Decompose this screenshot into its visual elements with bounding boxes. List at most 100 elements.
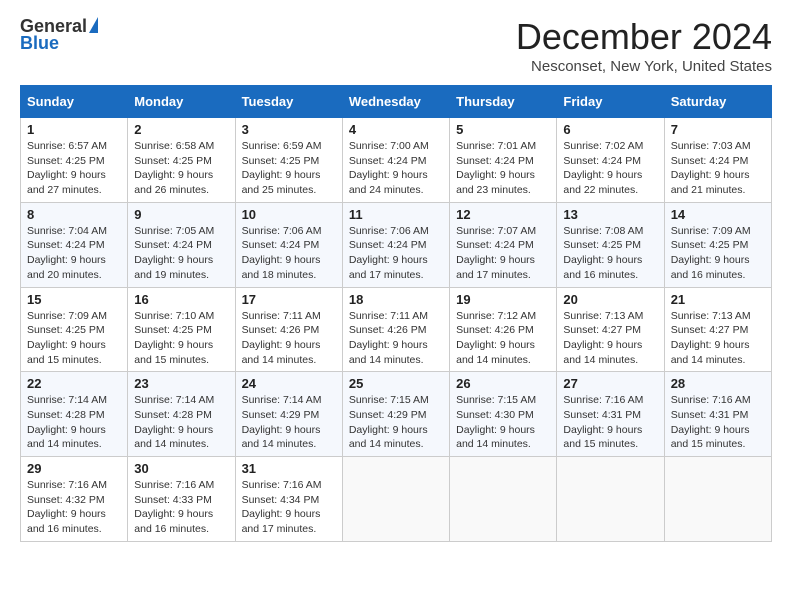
calendar-cell: 20 Sunrise: 7:13 AMSunset: 4:27 PMDaylig… xyxy=(557,287,664,372)
day-number: 12 xyxy=(456,207,550,222)
day-number: 29 xyxy=(27,461,121,476)
calendar-cell: 6 Sunrise: 7:02 AMSunset: 4:24 PMDayligh… xyxy=(557,118,664,203)
calendar-cell: 30 Sunrise: 7:16 AMSunset: 4:33 PMDaylig… xyxy=(128,457,235,542)
day-info: Sunrise: 7:16 AMSunset: 4:31 PMDaylight:… xyxy=(671,394,751,450)
calendar-cell: 1 Sunrise: 6:57 AMSunset: 4:25 PMDayligh… xyxy=(21,118,128,203)
day-info: Sunrise: 7:14 AMSunset: 4:28 PMDaylight:… xyxy=(134,394,214,450)
day-number: 8 xyxy=(27,207,121,222)
day-info: Sunrise: 7:09 AMSunset: 4:25 PMDaylight:… xyxy=(27,310,107,366)
day-info: Sunrise: 7:11 AMSunset: 4:26 PMDaylight:… xyxy=(349,310,428,366)
calendar-cell: 12 Sunrise: 7:07 AMSunset: 4:24 PMDaylig… xyxy=(450,202,557,287)
calendar-cell: 18 Sunrise: 7:11 AMSunset: 4:26 PMDaylig… xyxy=(342,287,449,372)
day-number: 1 xyxy=(27,122,121,137)
calendar-week-row: 8 Sunrise: 7:04 AMSunset: 4:24 PMDayligh… xyxy=(21,202,772,287)
day-info: Sunrise: 7:00 AMSunset: 4:24 PMDaylight:… xyxy=(349,140,429,196)
calendar-cell: 24 Sunrise: 7:14 AMSunset: 4:29 PMDaylig… xyxy=(235,372,342,457)
day-info: Sunrise: 7:15 AMSunset: 4:30 PMDaylight:… xyxy=(456,394,536,450)
day-number: 27 xyxy=(563,376,657,391)
day-info: Sunrise: 7:16 AMSunset: 4:34 PMDaylight:… xyxy=(242,479,322,535)
weekday-header-row: SundayMondayTuesdayWednesdayThursdayFrid… xyxy=(21,86,772,118)
logo: General Blue xyxy=(20,16,98,54)
day-number: 5 xyxy=(456,122,550,137)
calendar-table: SundayMondayTuesdayWednesdayThursdayFrid… xyxy=(20,85,772,542)
weekday-header-wednesday: Wednesday xyxy=(342,86,449,118)
day-number: 25 xyxy=(349,376,443,391)
day-number: 24 xyxy=(242,376,336,391)
day-number: 15 xyxy=(27,292,121,307)
logo-triangle-icon xyxy=(89,17,98,33)
calendar-week-row: 15 Sunrise: 7:09 AMSunset: 4:25 PMDaylig… xyxy=(21,287,772,372)
day-number: 10 xyxy=(242,207,336,222)
calendar-week-row: 29 Sunrise: 7:16 AMSunset: 4:32 PMDaylig… xyxy=(21,457,772,542)
calendar-cell: 23 Sunrise: 7:14 AMSunset: 4:28 PMDaylig… xyxy=(128,372,235,457)
day-info: Sunrise: 7:06 AMSunset: 4:24 PMDaylight:… xyxy=(242,225,322,281)
day-info: Sunrise: 7:07 AMSunset: 4:24 PMDaylight:… xyxy=(456,225,536,281)
day-info: Sunrise: 7:13 AMSunset: 4:27 PMDaylight:… xyxy=(563,310,643,366)
calendar-cell: 21 Sunrise: 7:13 AMSunset: 4:27 PMDaylig… xyxy=(664,287,771,372)
calendar-cell: 13 Sunrise: 7:08 AMSunset: 4:25 PMDaylig… xyxy=(557,202,664,287)
calendar-cell: 2 Sunrise: 6:58 AMSunset: 4:25 PMDayligh… xyxy=(128,118,235,203)
day-info: Sunrise: 7:09 AMSunset: 4:25 PMDaylight:… xyxy=(671,225,751,281)
calendar-cell: 27 Sunrise: 7:16 AMSunset: 4:31 PMDaylig… xyxy=(557,372,664,457)
calendar-cell: 28 Sunrise: 7:16 AMSunset: 4:31 PMDaylig… xyxy=(664,372,771,457)
day-number: 21 xyxy=(671,292,765,307)
calendar-cell: 10 Sunrise: 7:06 AMSunset: 4:24 PMDaylig… xyxy=(235,202,342,287)
weekday-header-thursday: Thursday xyxy=(450,86,557,118)
weekday-header-friday: Friday xyxy=(557,86,664,118)
day-info: Sunrise: 7:08 AMSunset: 4:25 PMDaylight:… xyxy=(563,225,643,281)
calendar-cell: 19 Sunrise: 7:12 AMSunset: 4:26 PMDaylig… xyxy=(450,287,557,372)
day-info: Sunrise: 7:15 AMSunset: 4:29 PMDaylight:… xyxy=(349,394,429,450)
calendar-cell: 5 Sunrise: 7:01 AMSunset: 4:24 PMDayligh… xyxy=(450,118,557,203)
calendar-cell: 31 Sunrise: 7:16 AMSunset: 4:34 PMDaylig… xyxy=(235,457,342,542)
weekday-header-saturday: Saturday xyxy=(664,86,771,118)
day-info: Sunrise: 7:04 AMSunset: 4:24 PMDaylight:… xyxy=(27,225,107,281)
calendar-title: December 2024 xyxy=(516,16,772,58)
day-number: 30 xyxy=(134,461,228,476)
day-info: Sunrise: 6:59 AMSunset: 4:25 PMDaylight:… xyxy=(242,140,322,196)
day-info: Sunrise: 7:10 AMSunset: 4:25 PMDaylight:… xyxy=(134,310,214,366)
calendar-subtitle: Nesconset, New York, United States xyxy=(516,58,772,75)
day-info: Sunrise: 7:14 AMSunset: 4:28 PMDaylight:… xyxy=(27,394,107,450)
day-info: Sunrise: 7:03 AMSunset: 4:24 PMDaylight:… xyxy=(671,140,751,196)
day-number: 7 xyxy=(671,122,765,137)
calendar-cell: 11 Sunrise: 7:06 AMSunset: 4:24 PMDaylig… xyxy=(342,202,449,287)
weekday-header-sunday: Sunday xyxy=(21,86,128,118)
logo-blue-text: Blue xyxy=(20,33,59,54)
day-number: 16 xyxy=(134,292,228,307)
day-number: 9 xyxy=(134,207,228,222)
calendar-cell: 15 Sunrise: 7:09 AMSunset: 4:25 PMDaylig… xyxy=(21,287,128,372)
weekday-header-tuesday: Tuesday xyxy=(235,86,342,118)
calendar-cell: 29 Sunrise: 7:16 AMSunset: 4:32 PMDaylig… xyxy=(21,457,128,542)
day-info: Sunrise: 7:16 AMSunset: 4:31 PMDaylight:… xyxy=(563,394,643,450)
calendar-cell: 16 Sunrise: 7:10 AMSunset: 4:25 PMDaylig… xyxy=(128,287,235,372)
day-number: 11 xyxy=(349,207,443,222)
day-info: Sunrise: 7:12 AMSunset: 4:26 PMDaylight:… xyxy=(456,310,536,366)
day-number: 28 xyxy=(671,376,765,391)
day-info: Sunrise: 6:58 AMSunset: 4:25 PMDaylight:… xyxy=(134,140,214,196)
calendar-cell: 26 Sunrise: 7:15 AMSunset: 4:30 PMDaylig… xyxy=(450,372,557,457)
day-number: 31 xyxy=(242,461,336,476)
day-number: 18 xyxy=(349,292,443,307)
calendar-cell xyxy=(342,457,449,542)
day-number: 2 xyxy=(134,122,228,137)
day-info: Sunrise: 7:06 AMSunset: 4:24 PMDaylight:… xyxy=(349,225,429,281)
header: General Blue December 2024 Nesconset, Ne… xyxy=(20,16,772,75)
day-number: 22 xyxy=(27,376,121,391)
day-number: 17 xyxy=(242,292,336,307)
calendar-cell xyxy=(664,457,771,542)
day-number: 19 xyxy=(456,292,550,307)
day-number: 13 xyxy=(563,207,657,222)
day-info: Sunrise: 7:02 AMSunset: 4:24 PMDaylight:… xyxy=(563,140,643,196)
weekday-header-monday: Monday xyxy=(128,86,235,118)
day-info: Sunrise: 6:57 AMSunset: 4:25 PMDaylight:… xyxy=(27,140,107,196)
day-info: Sunrise: 7:16 AMSunset: 4:33 PMDaylight:… xyxy=(134,479,214,535)
calendar-cell: 22 Sunrise: 7:14 AMSunset: 4:28 PMDaylig… xyxy=(21,372,128,457)
calendar-cell: 7 Sunrise: 7:03 AMSunset: 4:24 PMDayligh… xyxy=(664,118,771,203)
title-block: December 2024 Nesconset, New York, Unite… xyxy=(516,16,772,75)
day-number: 4 xyxy=(349,122,443,137)
day-info: Sunrise: 7:11 AMSunset: 4:26 PMDaylight:… xyxy=(242,310,321,366)
day-info: Sunrise: 7:01 AMSunset: 4:24 PMDaylight:… xyxy=(456,140,536,196)
calendar-cell: 9 Sunrise: 7:05 AMSunset: 4:24 PMDayligh… xyxy=(128,202,235,287)
day-number: 3 xyxy=(242,122,336,137)
day-info: Sunrise: 7:16 AMSunset: 4:32 PMDaylight:… xyxy=(27,479,107,535)
